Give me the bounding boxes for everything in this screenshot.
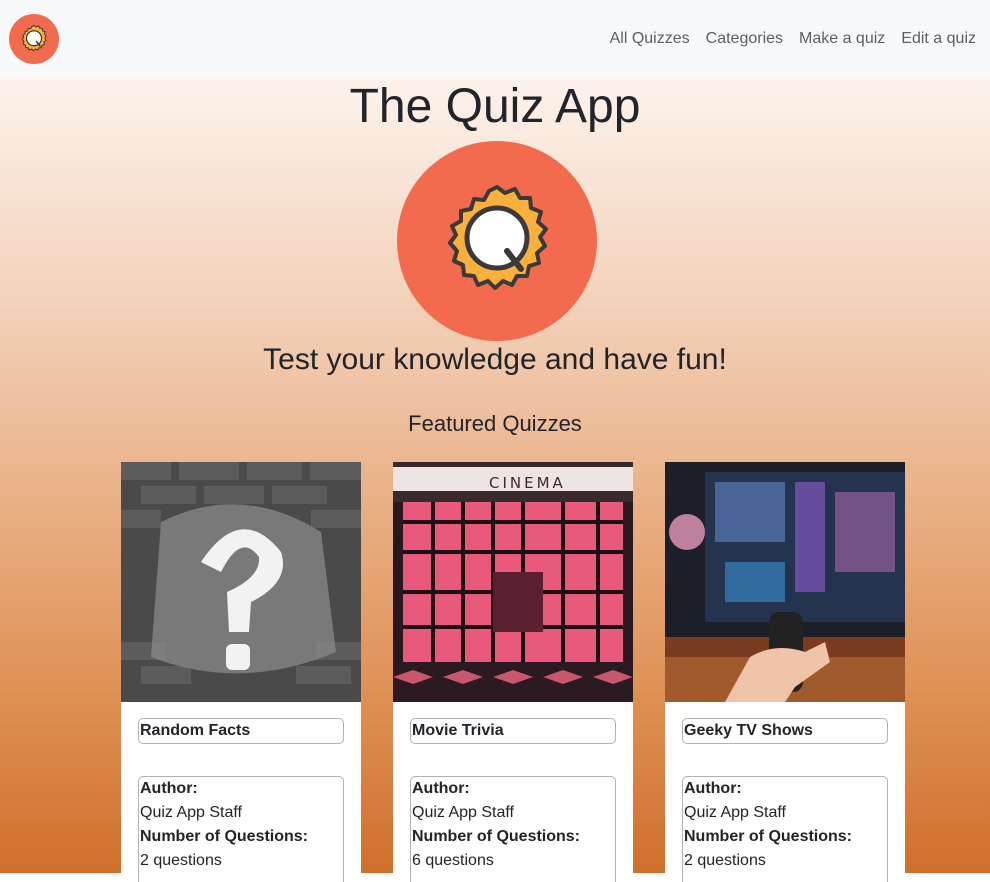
nav-link-categories[interactable]: Categories — [706, 30, 783, 48]
quiz-card-geeky-tv-shows[interactable]: Geeky TV Shows Author: Quiz App Staff Nu… — [665, 462, 905, 882]
card-info: Author: Quiz App Staff Number of Questio… — [138, 776, 344, 882]
author-label: Author: — [684, 780, 742, 797]
questions-value: 2 questions — [684, 852, 766, 869]
questions-label: Number of Questions: — [140, 828, 309, 845]
author-label: Author: — [140, 780, 198, 797]
author-value: Quiz App Staff — [140, 804, 242, 821]
card-info: Author: Quiz App Staff Number of Questio… — [410, 776, 616, 882]
nav-link-edit-a-quiz[interactable]: Edit a quiz — [901, 30, 976, 48]
questions-value: 2 questions — [140, 852, 222, 869]
svg-text:CINEMA: CINEMA — [489, 474, 566, 492]
card-title: Random Facts — [138, 718, 344, 744]
question-mark-wall-image — [121, 462, 361, 702]
page-title: The Quiz App — [349, 80, 641, 133]
quiz-logo-icon[interactable] — [9, 14, 59, 64]
card-info: Author: Quiz App Staff Number of Questio… — [682, 776, 888, 882]
author-value: Quiz App Staff — [412, 804, 514, 821]
nav-links: All Quizzes Categories Make a quiz Edit … — [594, 0, 976, 77]
card-title: Geeky TV Shows — [682, 718, 888, 744]
cinema-storefront-image: CINEMA — [393, 462, 633, 702]
featured-heading: Featured Quizzes — [408, 411, 582, 436]
author-value: Quiz App Staff — [684, 804, 786, 821]
navbar: All Quizzes Categories Make a quiz Edit … — [0, 0, 990, 77]
nav-link-all-quizzes[interactable]: All Quizzes — [610, 30, 690, 48]
questions-label: Number of Questions: — [684, 828, 853, 845]
quiz-card-random-facts[interactable]: Random Facts Author: Quiz App Staff Numb… — [121, 462, 361, 882]
nav-link-make-a-quiz[interactable]: Make a quiz — [799, 30, 885, 48]
questions-label: Number of Questions: — [412, 828, 581, 845]
author-label: Author: — [412, 780, 470, 797]
tv-remote-image — [665, 462, 905, 702]
questions-value: 6 questions — [412, 852, 494, 869]
tagline: Test your knowledge and have fun! — [263, 343, 727, 376]
quiz-card-movie-trivia[interactable]: CINEMA Movie Trivia Author: Quiz App Sta… — [393, 462, 633, 882]
quiz-logo-icon — [397, 141, 597, 341]
card-title: Movie Trivia — [410, 718, 616, 744]
